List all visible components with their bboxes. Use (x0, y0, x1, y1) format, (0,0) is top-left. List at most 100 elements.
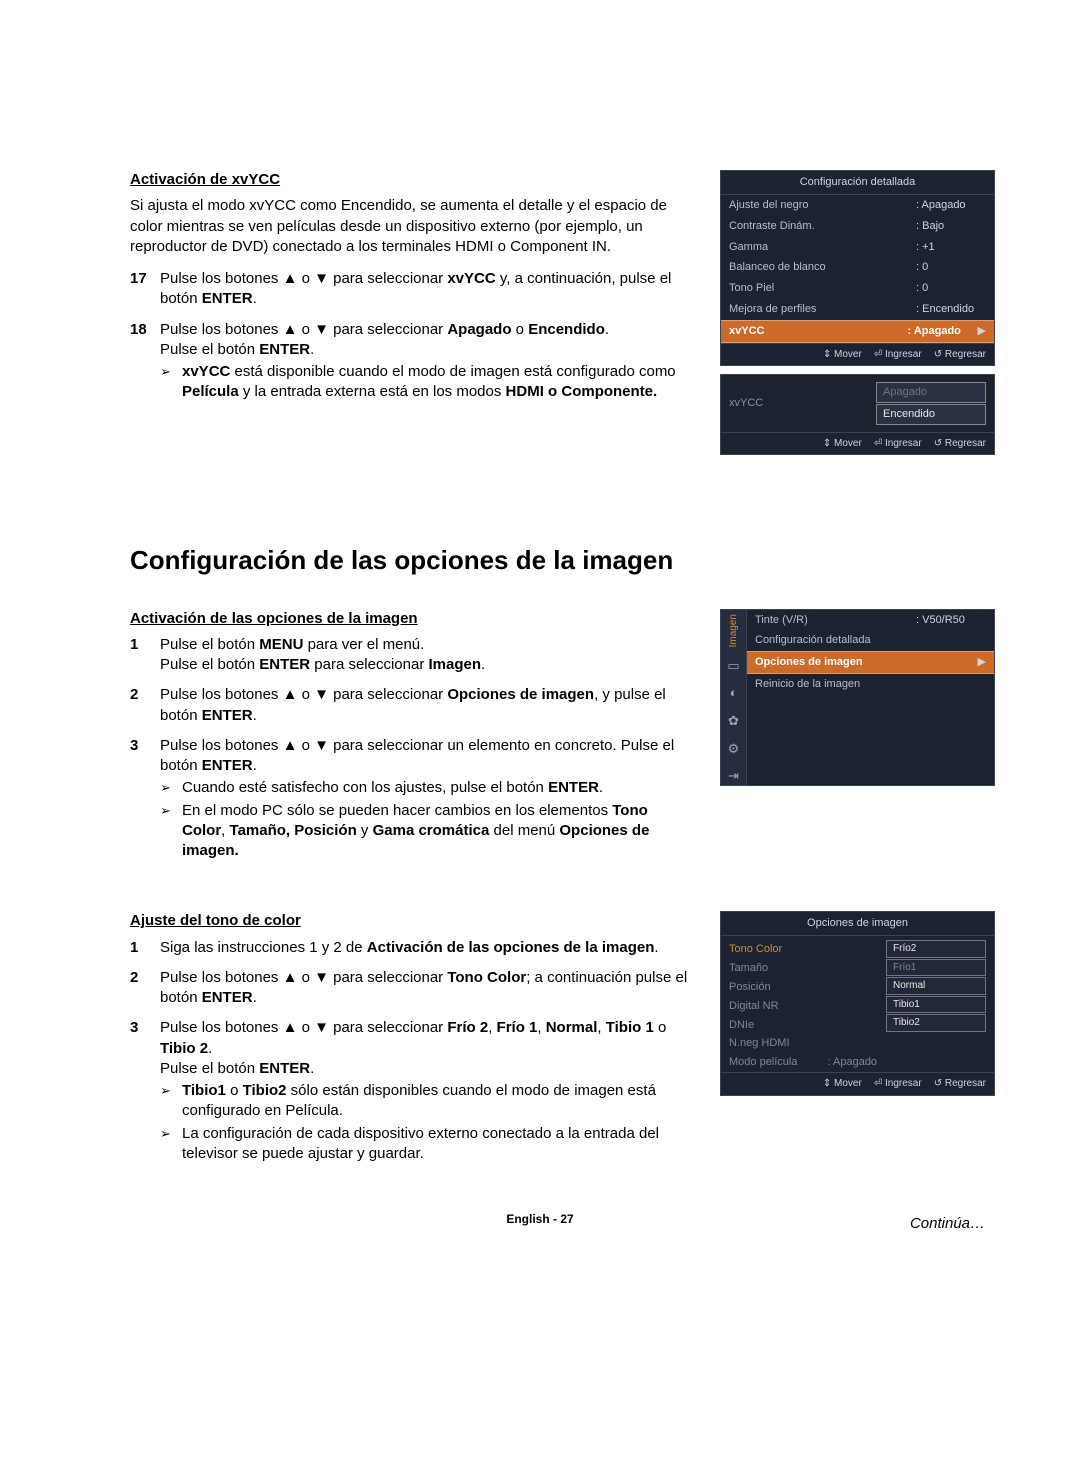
osd-row-opciones[interactable]: Opciones de imagen ▶ (747, 651, 994, 674)
text-bold: Apagado (447, 321, 511, 338)
text: Pulse los botones ▲ o ▼ para seleccionar (160, 321, 447, 338)
osd-title: Configuración detallada (721, 171, 994, 195)
osd-column-2: Imagen ▭ ◐ ✿ ⚙ ⇥ Tinte (V/R) : V50/R50 C… (720, 609, 995, 872)
osd-row[interactable]: Balanceo de blanco: 0 (721, 257, 994, 278)
osd-row[interactable]: DNIe (729, 1016, 886, 1035)
text-bold: Normal (546, 1019, 598, 1036)
osd-value: : V50/R50 (916, 613, 986, 628)
text: Pulse los botones ▲ o ▼ para seleccionar (160, 686, 447, 703)
text-bold: ENTER (259, 341, 310, 358)
settings-icon[interactable]: ⚙ (728, 740, 740, 758)
text: Mover (834, 349, 862, 360)
osd-row[interactable]: Mejora de perfiles: Encendido (721, 299, 994, 320)
osd-key: Mejora de perfiles (729, 302, 916, 317)
page-footer: English - 27 (506, 1211, 573, 1227)
arrow-icon (160, 1081, 182, 1122)
osd-title: Opciones de imagen (721, 912, 994, 936)
tv-icon[interactable]: ▭ (727, 657, 739, 675)
text: y (357, 822, 373, 839)
osd-key: xvYCC (729, 396, 876, 411)
osd-key: Opciones de imagen (755, 655, 978, 670)
sound-icon[interactable]: ◐ (730, 684, 738, 702)
text: . (253, 757, 257, 774)
text: Regresar (945, 438, 986, 449)
osd-row[interactable]: Posición (729, 978, 886, 997)
note-body: En el modo PC sólo se pueden hacer cambi… (182, 801, 690, 862)
gear-icon[interactable]: ✿ (728, 712, 739, 730)
osd-sidebar: Imagen ▭ ◐ ✿ ⚙ ⇥ (721, 610, 747, 785)
text-bold: ENTER (202, 989, 253, 1006)
section-xvycc: Activación de xvYCC Si ajusta el modo xv… (130, 170, 995, 463)
text-bold: Encendido (528, 321, 605, 338)
text: y la entrada externa está en los modos (239, 383, 506, 400)
mover-hint: ⇕ Mover (823, 437, 862, 451)
step-3: 3 Pulse los botones ▲ o ▼ para seleccion… (130, 736, 690, 862)
text: o (226, 1082, 243, 1099)
option-normal[interactable]: Normal (886, 977, 986, 995)
text-bold: Frío 2 (447, 1019, 488, 1036)
text: para ver el menú. (303, 636, 424, 653)
input-icon[interactable]: ⇥ (728, 767, 739, 785)
osd-key: Contraste Dinám. (729, 219, 916, 234)
section-opciones-imagen: Activación de las opciones de la imagen … (130, 609, 995, 872)
arrow-icon (160, 362, 182, 403)
regresar-hint: ↺ Regresar (934, 437, 986, 451)
osd-row[interactable]: Tono Piel: 0 (721, 278, 994, 299)
ingresar-hint: ⏎ Ingresar (874, 437, 922, 451)
text-bold: xvYCC (447, 270, 495, 287)
step-2: 2 Pulse los botones ▲ o ▼ para seleccion… (130, 968, 690, 1009)
osd-value: : Encendido (916, 302, 986, 317)
ingresar-hint: ⏎ Ingresar (874, 348, 922, 362)
step-body: Siga las instrucciones 1 y 2 de Activaci… (160, 938, 690, 958)
osd-row[interactable]: Gamma: +1 (721, 237, 994, 258)
ingresar-hint: ⏎ Ingresar (874, 1077, 922, 1091)
text: Pulse el botón (160, 656, 259, 673)
chevron-right-icon: ▶ (978, 655, 986, 670)
option-tibio1[interactable]: Tibio1 (886, 996, 986, 1014)
osd-row-xvycc[interactable]: xvYCC : Apagado ▶ (721, 320, 994, 343)
osd-xvycc-select: xvYCC Apagado Encendido ⇕ Mover ⏎ Ingres… (720, 374, 995, 455)
osd-row[interactable]: Contraste Dinám.: Bajo (721, 216, 994, 237)
arrow-icon (160, 1124, 182, 1165)
osd-xvycc-body: xvYCC Apagado Encendido (721, 375, 994, 432)
text-bold: Activación de las opciones de la imagen (367, 939, 655, 956)
osd-row: Tinte (V/R) : V50/R50 (747, 610, 994, 631)
osd-row[interactable]: Modo película: Apagado (729, 1053, 886, 1072)
regresar-hint: ↺ Regresar (934, 1077, 986, 1091)
section-tono-color: Ajuste del tono de color 1 Siga las inst… (130, 911, 995, 1174)
subtitle-opciones: Activación de las opciones de la imagen (130, 609, 690, 629)
osd-main: Tinte (V/R) : V50/R50 Configuración deta… (747, 610, 994, 785)
option-encendido[interactable]: Encendido (876, 404, 986, 425)
step-number: 2 (130, 968, 160, 1009)
osd-row[interactable]: Reinicio de la imagen (747, 674, 994, 695)
section-xvycc-text: Activación de xvYCC Si ajusta el modo xv… (130, 170, 690, 463)
osd-row[interactable]: Digital NR (729, 997, 886, 1016)
option-apagado[interactable]: Apagado (876, 382, 986, 403)
text-bold: ENTER (259, 656, 310, 673)
osd-row[interactable]: Tono Color (729, 940, 886, 959)
text: Ingresar (885, 349, 922, 360)
text-bold: Tono Color (447, 969, 526, 986)
osd-row[interactable]: N.neg HDMI (729, 1034, 886, 1053)
option-tibio2[interactable]: Tibio2 (886, 1014, 986, 1032)
option-frío1[interactable]: Frío1 (886, 959, 986, 977)
osd-row[interactable]: Configuración detallada (747, 630, 994, 651)
text: Mover (834, 1078, 862, 1089)
osd-value: : Apagado (916, 198, 986, 213)
text-bold: xvYCC (182, 363, 230, 380)
osd-row[interactable]: Tamaño (729, 959, 886, 978)
osd-key: Reinicio de la imagen (755, 677, 986, 692)
subtitle-tono: Ajuste del tono de color (130, 911, 690, 931)
osd-value: : 0 (916, 260, 986, 275)
text: Mover (834, 438, 862, 449)
step-body: Pulse los botones ▲ o ▼ para seleccionar… (160, 269, 690, 310)
text: . (253, 707, 257, 724)
text: o (512, 321, 529, 338)
text-bold: Tibio1 (182, 1082, 226, 1099)
step-1: 1 Pulse el botón MENU para ver el menú. … (130, 635, 690, 676)
text: . (654, 939, 658, 956)
osd-row[interactable]: Ajuste del negro: Apagado (721, 195, 994, 216)
option-frío2[interactable]: Frío2 (886, 940, 986, 958)
osd-key: Tono Piel (729, 281, 916, 296)
subtitle-xvycc: Activación de xvYCC (130, 170, 690, 190)
